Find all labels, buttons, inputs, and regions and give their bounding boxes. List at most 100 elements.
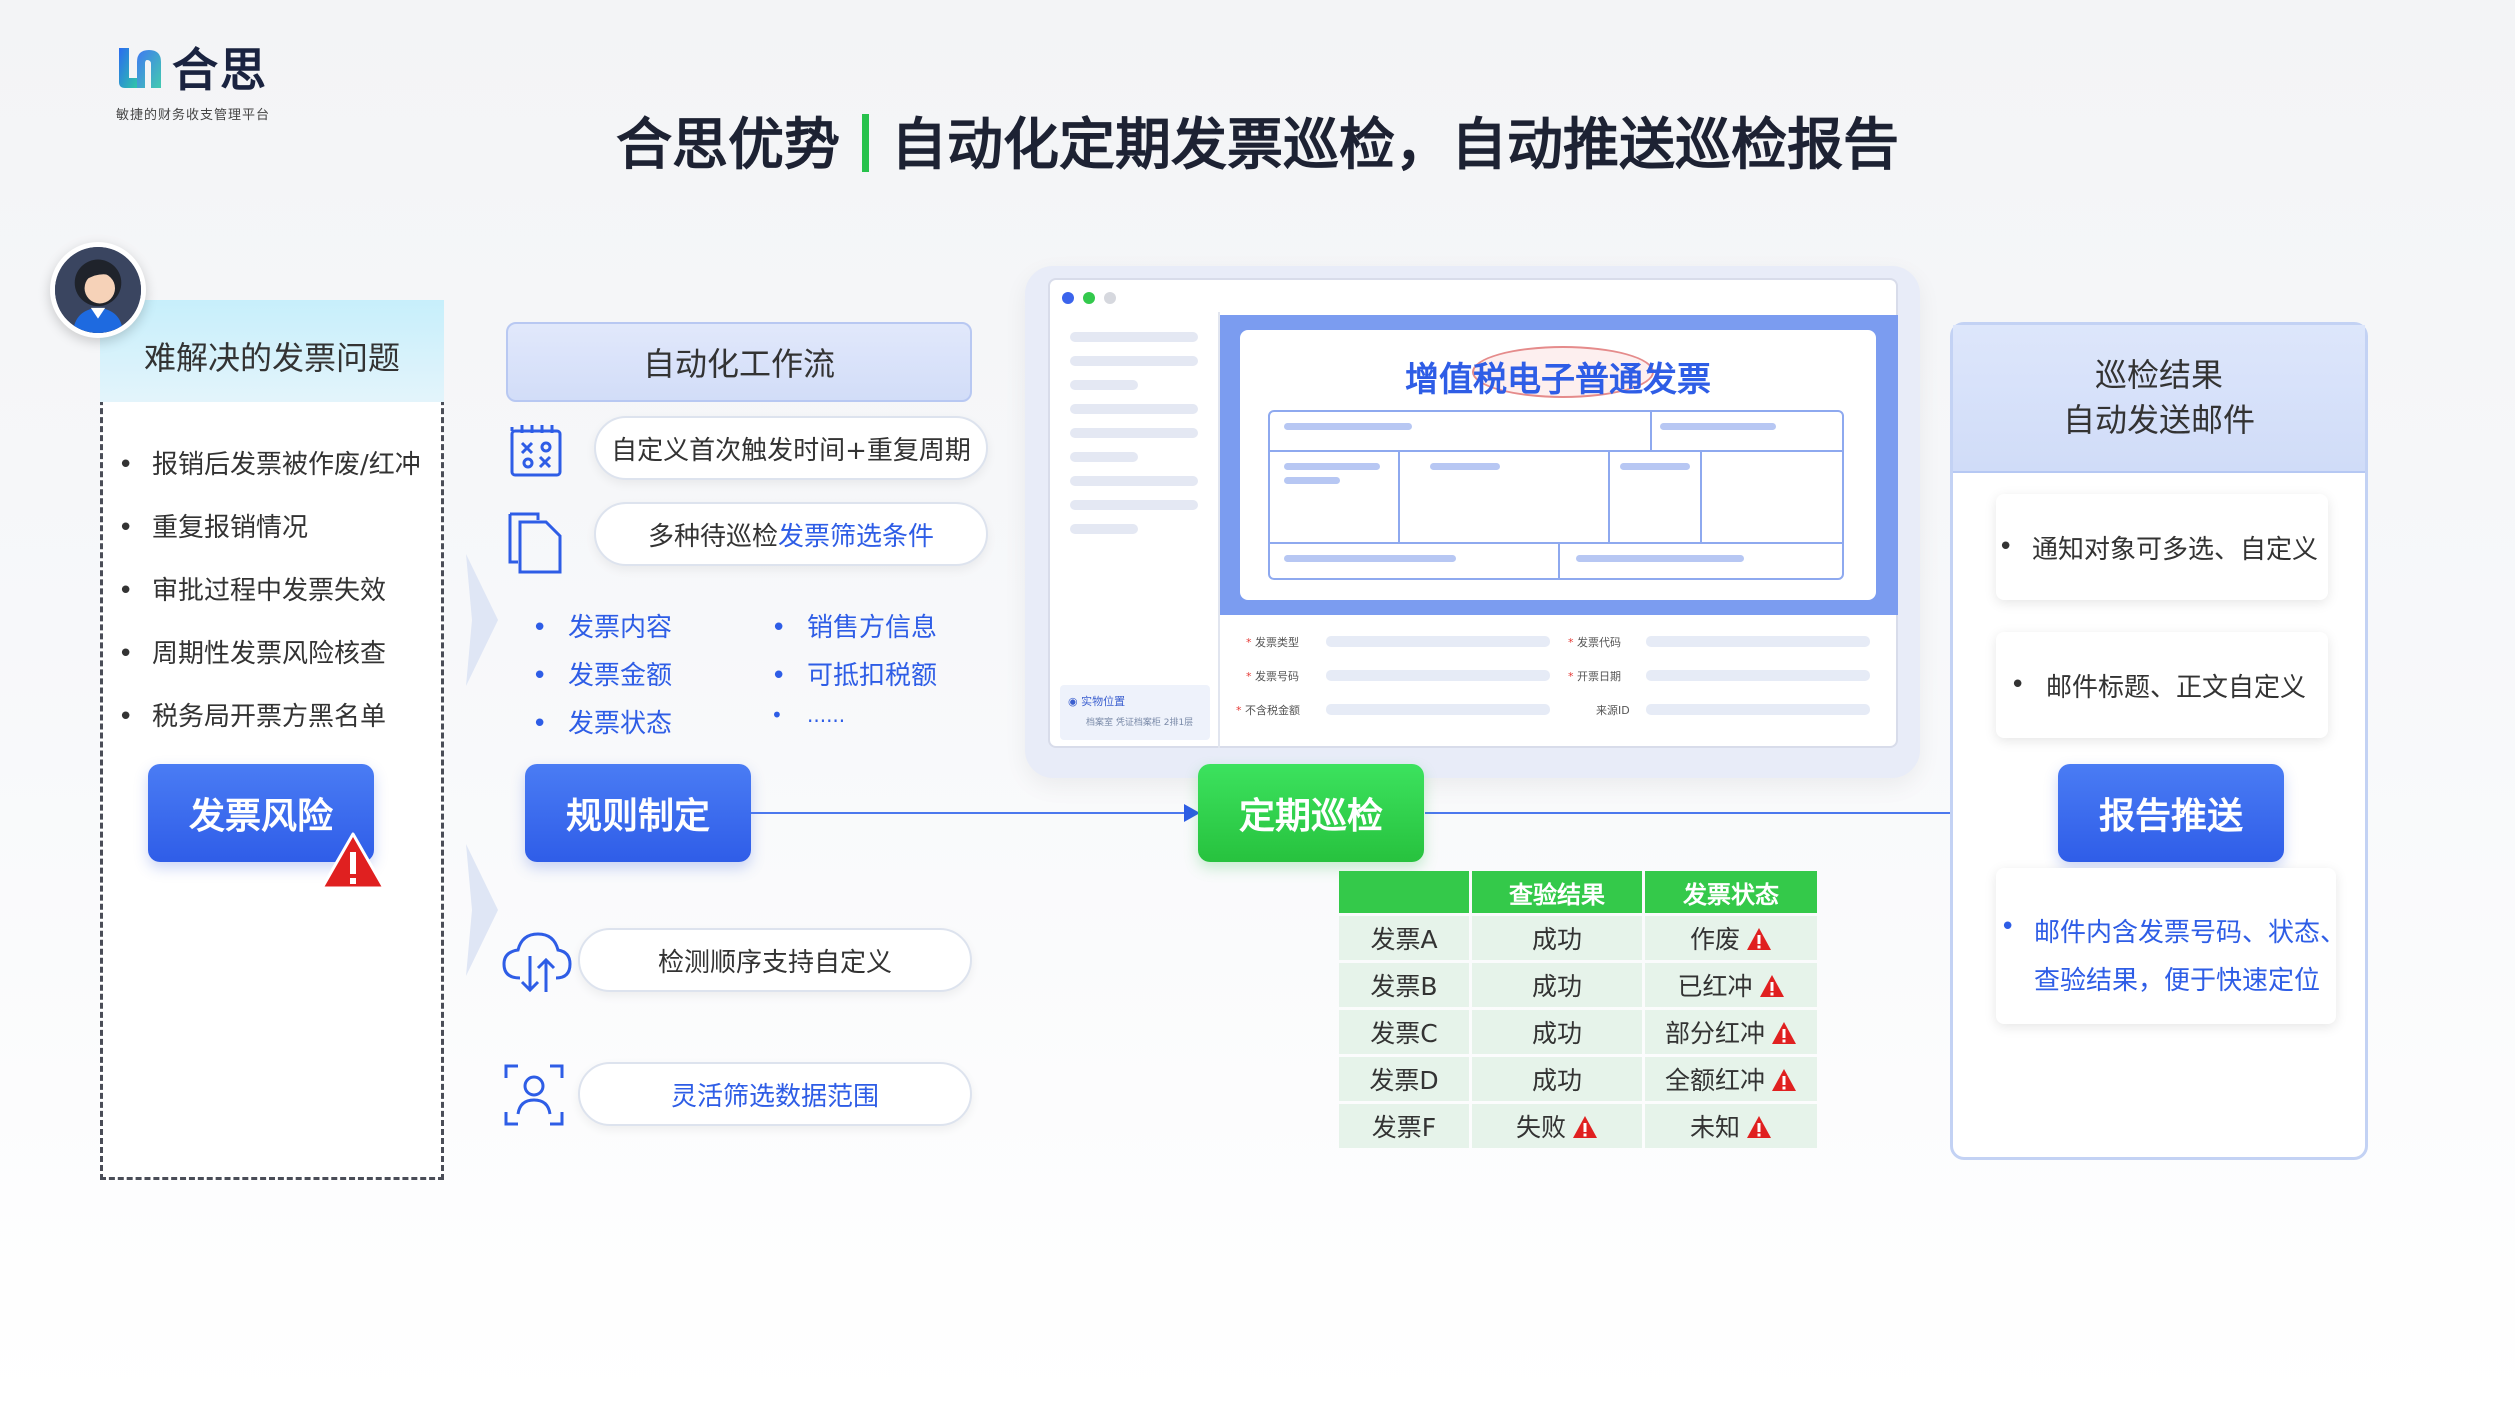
form-field [1646,704,1870,715]
warning-icon [320,832,386,890]
skeleton-line [1070,476,1198,486]
warning-icon [1572,1115,1598,1139]
condition-item: ...... [771,703,845,727]
result-card-line: 查验结果，便于快速定位 [2034,966,2321,996]
bullet: • [2010,670,2026,700]
skeleton-line [1284,477,1340,484]
form-label-invoice-code: * 发票代码 [1568,636,1621,649]
warning-icon [1759,974,1785,998]
periodic-inspection-button[interactable]: 定期巡检 [1198,764,1424,862]
skeleton-line [1070,524,1138,534]
workflow-header: 自动化工作流 [506,322,972,402]
table-row: 发票B 成功 已红冲 [1339,963,1817,1007]
warning-icon [1746,1115,1772,1139]
warning-icon [1746,927,1772,951]
table-cell-text: 失败 [1515,1113,1566,1142]
report-push-button[interactable]: 报告推送 [2058,764,2284,862]
table-cell: 发票A [1339,916,1469,960]
table-cell-text: 成功 [1531,1019,1582,1048]
window-dot [1062,292,1074,304]
table-header-cell: 查验结果 [1472,871,1642,913]
grid-line [1650,410,1652,450]
table-cell: 失败 [1472,1104,1642,1148]
skeleton-line [1070,500,1198,510]
table-row: 发票F 失败 未知 [1339,1104,1817,1148]
result-card: • 邮件标题、正文自定义 [1996,632,2328,738]
table-cell: 已红冲 [1645,963,1817,1007]
table-cell: 成功 [1472,963,1642,1007]
table-header-row: 查验结果 发票状态 [1339,871,1817,913]
page-title: 合思优势 自动化定期发票巡检，自动推送巡检报告 [0,100,2515,181]
condition-item: 发票状态 [532,703,672,740]
location-label: 实物位置 [1081,695,1126,708]
location-pin-icon: ◉ [1068,695,1078,708]
rule-setting-button[interactable]: 规则制定 [525,764,751,862]
grid-line [1268,542,1844,544]
table-cell-text: 发票C [1370,1019,1438,1048]
title-separator [862,114,869,172]
result-card: • 通知对象可多选、自定义 [1996,494,2328,600]
grid-line [1700,450,1702,542]
skeleton-line [1620,463,1690,470]
result-card-text: 通知对象可多选、自定义 [2032,534,2319,565]
form-field [1326,636,1550,647]
skeleton-line [1070,428,1198,438]
table-cell: 发票B [1339,963,1469,1007]
table-cell-text: 发票B [1370,972,1438,1001]
skeleton-line [1070,356,1198,366]
table-row: 发票C 成功 部分红冲 [1339,1010,1817,1054]
table-cell-text: 成功 [1531,1066,1582,1095]
table-cell: 成功 [1472,1057,1642,1101]
filter-conditions-prefix: 多种待巡检 [647,521,778,552]
form-field [1326,704,1550,715]
filter-conditions-highlight: 发票筛选条件 [778,521,935,552]
problem-item: 报销后发票被作废/红冲 [118,444,421,481]
skeleton-line [1576,555,1744,562]
table-cell-text: 已红冲 [1677,972,1753,1001]
bullet: • [1998,532,2014,562]
title-right: 自动化定期发票巡检，自动推送巡检报告 [891,113,1899,178]
skeleton-line [1070,380,1138,390]
grid-line [1608,450,1610,542]
condition-item: 发票金额 [532,655,672,692]
table-cell: 发票C [1339,1010,1469,1054]
location-box: ◉ 实物位置 档案室 凭证档案柜 2排1层 [1060,685,1210,740]
condition-item: 销售方信息 [771,607,937,644]
skeleton-line [1284,463,1380,470]
schedule-icon [510,425,562,477]
table-cell: 作废 [1645,916,1817,960]
skeleton-line [1284,555,1456,562]
bullet: • [2000,912,2016,942]
form-label-source-id: 来源ID [1596,704,1630,717]
window-dot [1083,292,1095,304]
result-card-text: 邮件标题、正文自定义 [2046,672,2307,703]
table-cell: 全额红冲 [1645,1057,1817,1101]
grid-line [1558,542,1560,580]
table-cell: 部分红冲 [1645,1010,1817,1054]
problem-item: 重复报销情况 [118,507,308,544]
condition-item: 可抵扣税额 [771,655,937,692]
invoice-title: 增值税电子普通发票 [1405,360,1711,400]
title-left: 合思优势 [616,113,840,178]
inspection-result-table: 查验结果 发票状态 发票A 成功 作废 发票B 成功 已红冲 发票C 成功 部分红冲 发票D 成功全… [1336,868,1820,1151]
table-row: 发票D 成功 全额红冲 [1339,1057,1817,1101]
form-field [1646,670,1870,681]
user-scan-icon [504,1064,564,1126]
table-header-cell [1339,871,1469,913]
table-row: 发票A 成功 作废 [1339,916,1817,960]
table-header-cell: 发票状态 [1645,871,1817,913]
results-header: 巡检结果 自动发送邮件 [1953,325,2365,473]
form-label-invoice-number: * 发票号码 [1246,670,1299,683]
grid-line [1268,450,1844,452]
form-field [1646,636,1870,647]
table-cell-text: 未知 [1689,1113,1740,1142]
flow-connector [751,812,1191,814]
problem-item: 税务局开票方黑名单 [118,696,386,733]
table-cell-text: 发票F [1371,1113,1437,1142]
cloud-sync-icon [502,932,572,993]
form-field [1326,670,1550,681]
table-cell-text: 发票D [1369,1066,1439,1095]
data-range-pill: 灵活筛选数据范围 [578,1062,972,1126]
document-icon [508,512,562,574]
chevron-right-icon [466,844,498,976]
